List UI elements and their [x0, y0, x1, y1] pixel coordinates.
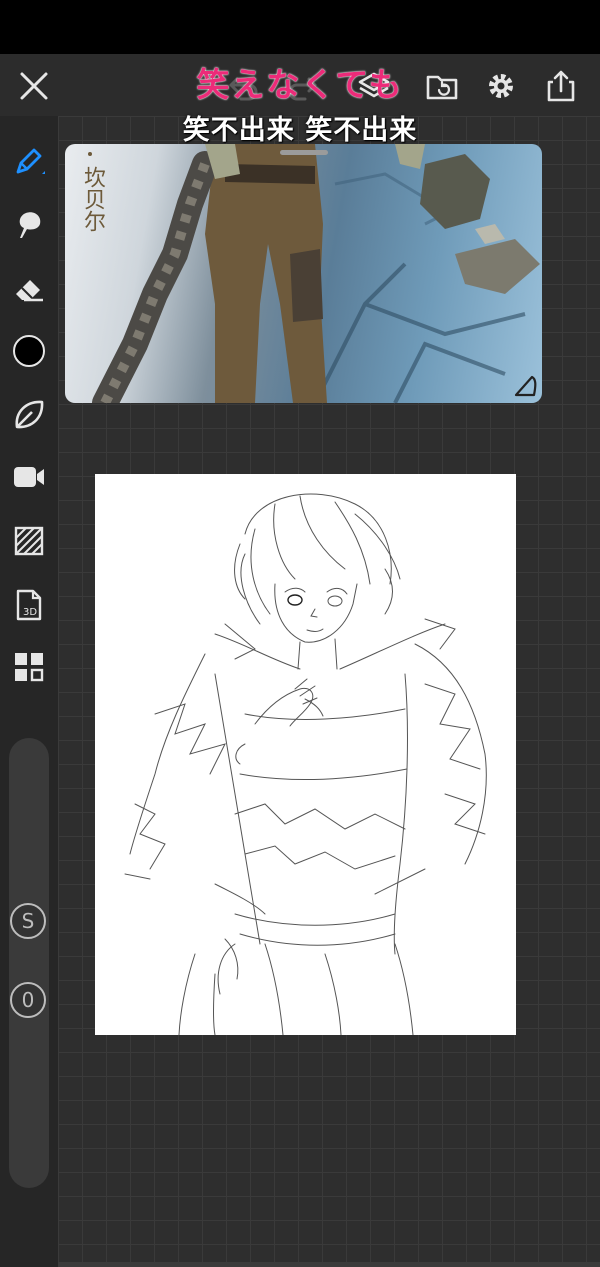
- bottom-scrollbar[interactable]: [58, 1262, 600, 1267]
- brush-opacity-knob[interactable]: 0: [10, 982, 46, 1018]
- record-button[interactable]: [6, 454, 52, 500]
- pen-tool-button[interactable]: [6, 138, 52, 184]
- eraser-icon: [16, 280, 43, 302]
- layers-icon: [358, 72, 390, 98]
- reference-window[interactable]: 坎贝尔: [65, 144, 542, 403]
- reference-title-dot: [88, 152, 92, 156]
- status-bar: [0, 0, 600, 54]
- redo-button[interactable]: [280, 64, 324, 108]
- selection-tool-button[interactable]: [6, 392, 52, 438]
- top-toolbar: [0, 54, 600, 116]
- 3d-tool-button[interactable]: 3D: [6, 582, 52, 628]
- layout-icon: [15, 653, 44, 682]
- smudge-icon: [19, 212, 41, 238]
- record-icon: [14, 467, 44, 487]
- svg-text:3D: 3D: [23, 607, 37, 618]
- 3d-icon: 3D: [16, 589, 42, 621]
- share-icon: [547, 70, 575, 102]
- layers-button[interactable]: [352, 64, 396, 108]
- texture-icon: [14, 526, 44, 556]
- layout-tool-button[interactable]: [6, 644, 52, 690]
- color-picker-button[interactable]: [6, 328, 52, 374]
- gear-icon: [489, 74, 513, 98]
- gallery-button[interactable]: [420, 64, 464, 108]
- resize-handle-icon[interactable]: [512, 373, 538, 399]
- color-swatch: [13, 335, 45, 367]
- pen-icon: [16, 148, 45, 174]
- folder-icon: [426, 75, 458, 100]
- brush-size-knob[interactable]: S: [10, 903, 46, 939]
- smudge-tool-button[interactable]: [6, 202, 52, 248]
- brush-settings-slider[interactable]: [9, 738, 49, 1188]
- reference-title: 坎贝尔: [80, 166, 105, 232]
- sketch-drawing: [124, 493, 487, 1035]
- share-button[interactable]: [539, 64, 583, 108]
- reference-artwork: [92, 144, 540, 403]
- eraser-tool-button[interactable]: [6, 266, 52, 312]
- undo-icon: [229, 77, 258, 101]
- redo-icon: [288, 77, 317, 101]
- close-button[interactable]: [12, 64, 56, 108]
- lasso-icon: [15, 400, 44, 429]
- close-icon: [20, 72, 48, 100]
- undo-button[interactable]: [222, 64, 266, 108]
- reference-drag-handle[interactable]: [280, 150, 328, 155]
- texture-tool-button[interactable]: [6, 518, 52, 564]
- app-root: 笑えなくても 笑不出来 笑不出来 3D S 0 坎贝尔: [0, 0, 600, 1267]
- settings-button[interactable]: [479, 64, 523, 108]
- drawing-canvas[interactable]: [95, 474, 516, 1035]
